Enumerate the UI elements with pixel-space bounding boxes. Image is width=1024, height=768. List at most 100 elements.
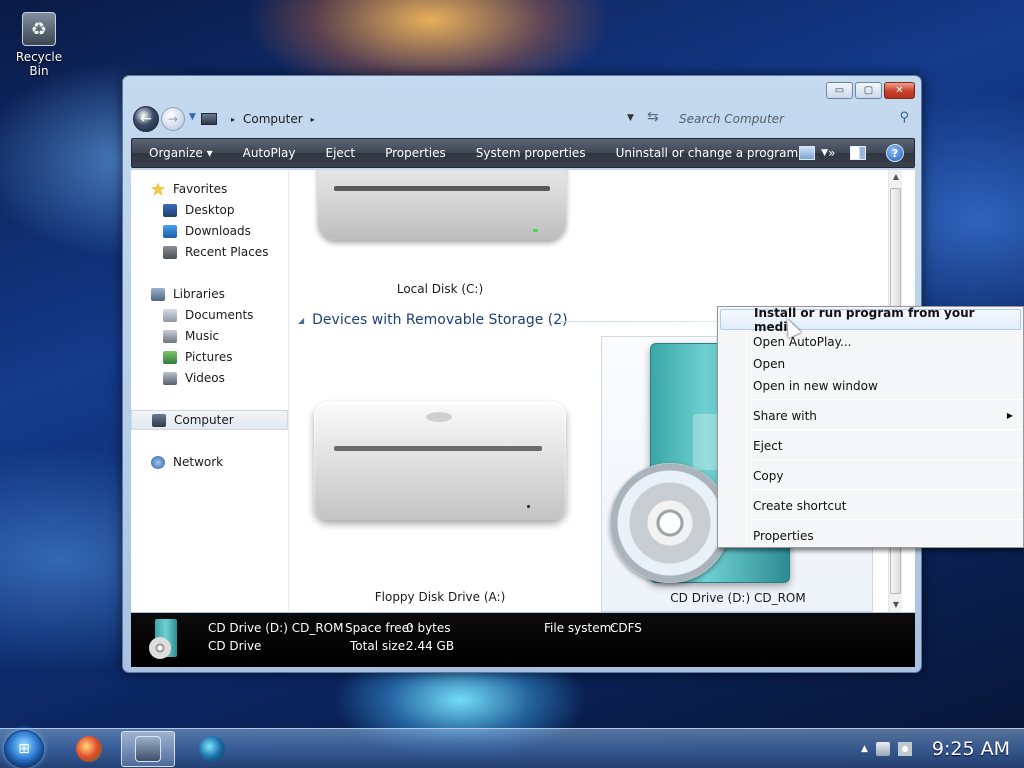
properties-button[interactable]: Properties (370, 146, 461, 160)
details-type: CD Drive (208, 639, 262, 653)
breadcrumb-separator-icon[interactable]: ▸ (231, 115, 235, 124)
menu-item-install-run[interactable]: Install or run program from your media (720, 306, 1021, 334)
floppy-drive-icon[interactable] (314, 402, 566, 520)
change-view-icon[interactable] (799, 146, 816, 160)
organize-menu[interactable]: Organize ▾ (132, 146, 228, 160)
downloads-icon (163, 224, 177, 238)
close-button[interactable]: ✕ (884, 82, 915, 99)
nav-computer[interactable]: Computer (131, 410, 288, 430)
hard-disk-icon[interactable] (318, 170, 566, 240)
music-icon (163, 329, 177, 343)
taskbar-app-media-player[interactable] (185, 731, 239, 767)
back-button[interactable]: ← (133, 106, 159, 132)
address-bar[interactable]: ▸ Computer ▸ (201, 107, 641, 131)
cd-drive-label: CD Drive (D:) CD_ROM (670, 591, 806, 605)
desktop-icon-label: Recycle Bin (15, 50, 63, 78)
address-row: ← → ▼ ▸ Computer ▸ ▼ ⇆ Search Computer ⚲ (131, 104, 915, 134)
pictures-icon (163, 350, 177, 364)
recycle-bin-icon: ♻ (22, 12, 56, 46)
maximize-button[interactable]: ▢ (855, 82, 882, 99)
view-options-dropdown-icon[interactable]: ▼ (821, 148, 828, 158)
scroll-down-icon[interactable]: ▼ (889, 598, 902, 612)
group-title: Devices with Removable Storage (2) (312, 312, 568, 328)
computer-icon (152, 413, 166, 427)
details-pane: CD Drive (D:) CD_ROM CD Drive Space free… (131, 613, 915, 667)
nav-favorites[interactable]: Favorites (131, 179, 288, 199)
local-disk-label[interactable]: Local Disk (C:) (340, 282, 540, 296)
cd-drive-thumbnail-icon (149, 619, 183, 661)
nav-recent-places[interactable]: Recent Places (131, 242, 288, 262)
eject-button[interactable]: Eject (311, 146, 371, 160)
context-menu: Install or run program from your media O… (717, 306, 1024, 548)
menu-separator (750, 399, 1021, 400)
search-input[interactable]: Search Computer ⚲ (671, 107, 915, 131)
menu-item-properties[interactable]: Properties (720, 525, 1021, 546)
menu-separator (750, 459, 1021, 460)
clock[interactable]: 9:25 AM (932, 738, 1010, 760)
breadcrumb-computer[interactable]: Computer (243, 112, 303, 126)
help-icon[interactable]: ? (886, 144, 904, 162)
minimize-button[interactable]: ▭ (826, 82, 853, 99)
network-icon (151, 455, 165, 469)
collapse-group-icon[interactable]: ◢ (298, 316, 304, 325)
nav-pictures[interactable]: Pictures (131, 347, 288, 367)
refresh-icon[interactable]: ⇆ (647, 109, 659, 125)
search-placeholder: Search Computer (679, 112, 784, 126)
total-size-label: Total size: (350, 639, 410, 653)
file-system-label: File system: (544, 621, 616, 635)
forward-button[interactable]: → (161, 107, 185, 131)
explorer-drive-icon (135, 736, 161, 762)
menu-item-open-autoplay[interactable]: Open AutoPlay... (720, 331, 1021, 352)
caption-buttons: ▭ ▢ ✕ (824, 82, 915, 99)
nav-network[interactable]: Network (131, 452, 288, 472)
menu-item-copy[interactable]: Copy (720, 465, 1021, 486)
autoplay-button[interactable]: AutoPlay (228, 146, 311, 160)
menu-item-open[interactable]: Open (720, 353, 1021, 374)
details-name: CD Drive (D:) CD_ROM (208, 621, 344, 635)
taskbar: ⊞ ▲ 9:25 AM (0, 728, 1024, 768)
menu-separator (750, 519, 1021, 520)
menu-item-label: Share with (753, 408, 817, 423)
breadcrumb-separator-icon[interactable]: ▸ (311, 115, 315, 124)
desktop-icon (163, 203, 177, 217)
action-center-icon[interactable] (875, 742, 890, 756)
star-icon (151, 182, 165, 196)
nav-libraries[interactable]: Libraries (131, 284, 288, 304)
show-hidden-icons-button[interactable]: ▲ (861, 744, 868, 754)
menu-item-share-with[interactable]: Share with ▶ (720, 405, 1021, 426)
taskbar-app-explorer[interactable] (121, 731, 175, 767)
menu-item-open-new-window[interactable]: Open in new window (720, 375, 1021, 396)
nav-desktop[interactable]: Desktop (131, 200, 288, 220)
nav-label: Recent Places (185, 245, 269, 259)
documents-icon (163, 308, 177, 322)
address-history-dropdown-icon[interactable]: ▼ (627, 113, 634, 123)
uninstall-program-button[interactable]: Uninstall or change a program (601, 146, 814, 160)
preview-pane-icon[interactable] (850, 146, 866, 160)
nav-label: Network (173, 455, 224, 469)
command-bar: Organize ▾ AutoPlay Eject Properties Sys… (131, 138, 915, 168)
media-player-icon (199, 736, 225, 762)
submenu-arrow-icon: ▶ (1006, 411, 1013, 420)
nav-documents[interactable]: Documents (131, 305, 288, 325)
removable-storage-group-header[interactable]: ◢ Devices with Removable Storage (2) (298, 312, 568, 328)
cd-disc-icon (610, 463, 730, 583)
recent-pages-dropdown[interactable]: ▼ (189, 112, 196, 122)
nav-videos[interactable]: Videos (131, 368, 288, 388)
menu-item-eject[interactable]: Eject (720, 435, 1021, 456)
taskbar-app-media-center[interactable] (62, 731, 116, 767)
nav-music[interactable]: Music (131, 326, 288, 346)
desktop-icon-recycle-bin[interactable]: ♻ Recycle Bin (6, 12, 72, 78)
menu-item-create-shortcut[interactable]: Create shortcut (720, 495, 1021, 516)
scroll-up-icon[interactable]: ▲ (889, 170, 902, 184)
start-button[interactable]: ⊞ (4, 730, 44, 768)
nav-label: Pictures (185, 350, 233, 364)
search-icon[interactable]: ⚲ (899, 110, 909, 125)
system-properties-button[interactable]: System properties (461, 146, 601, 160)
space-free-value: 0 bytes (406, 621, 451, 635)
nav-downloads[interactable]: Downloads (131, 221, 288, 241)
floppy-drive-label[interactable]: Floppy Disk Drive (A:) (340, 590, 540, 604)
media-center-icon (76, 736, 102, 762)
nav-label: Music (185, 329, 220, 343)
volume-muted-icon[interactable] (897, 742, 912, 756)
nav-label: Videos (185, 371, 225, 385)
